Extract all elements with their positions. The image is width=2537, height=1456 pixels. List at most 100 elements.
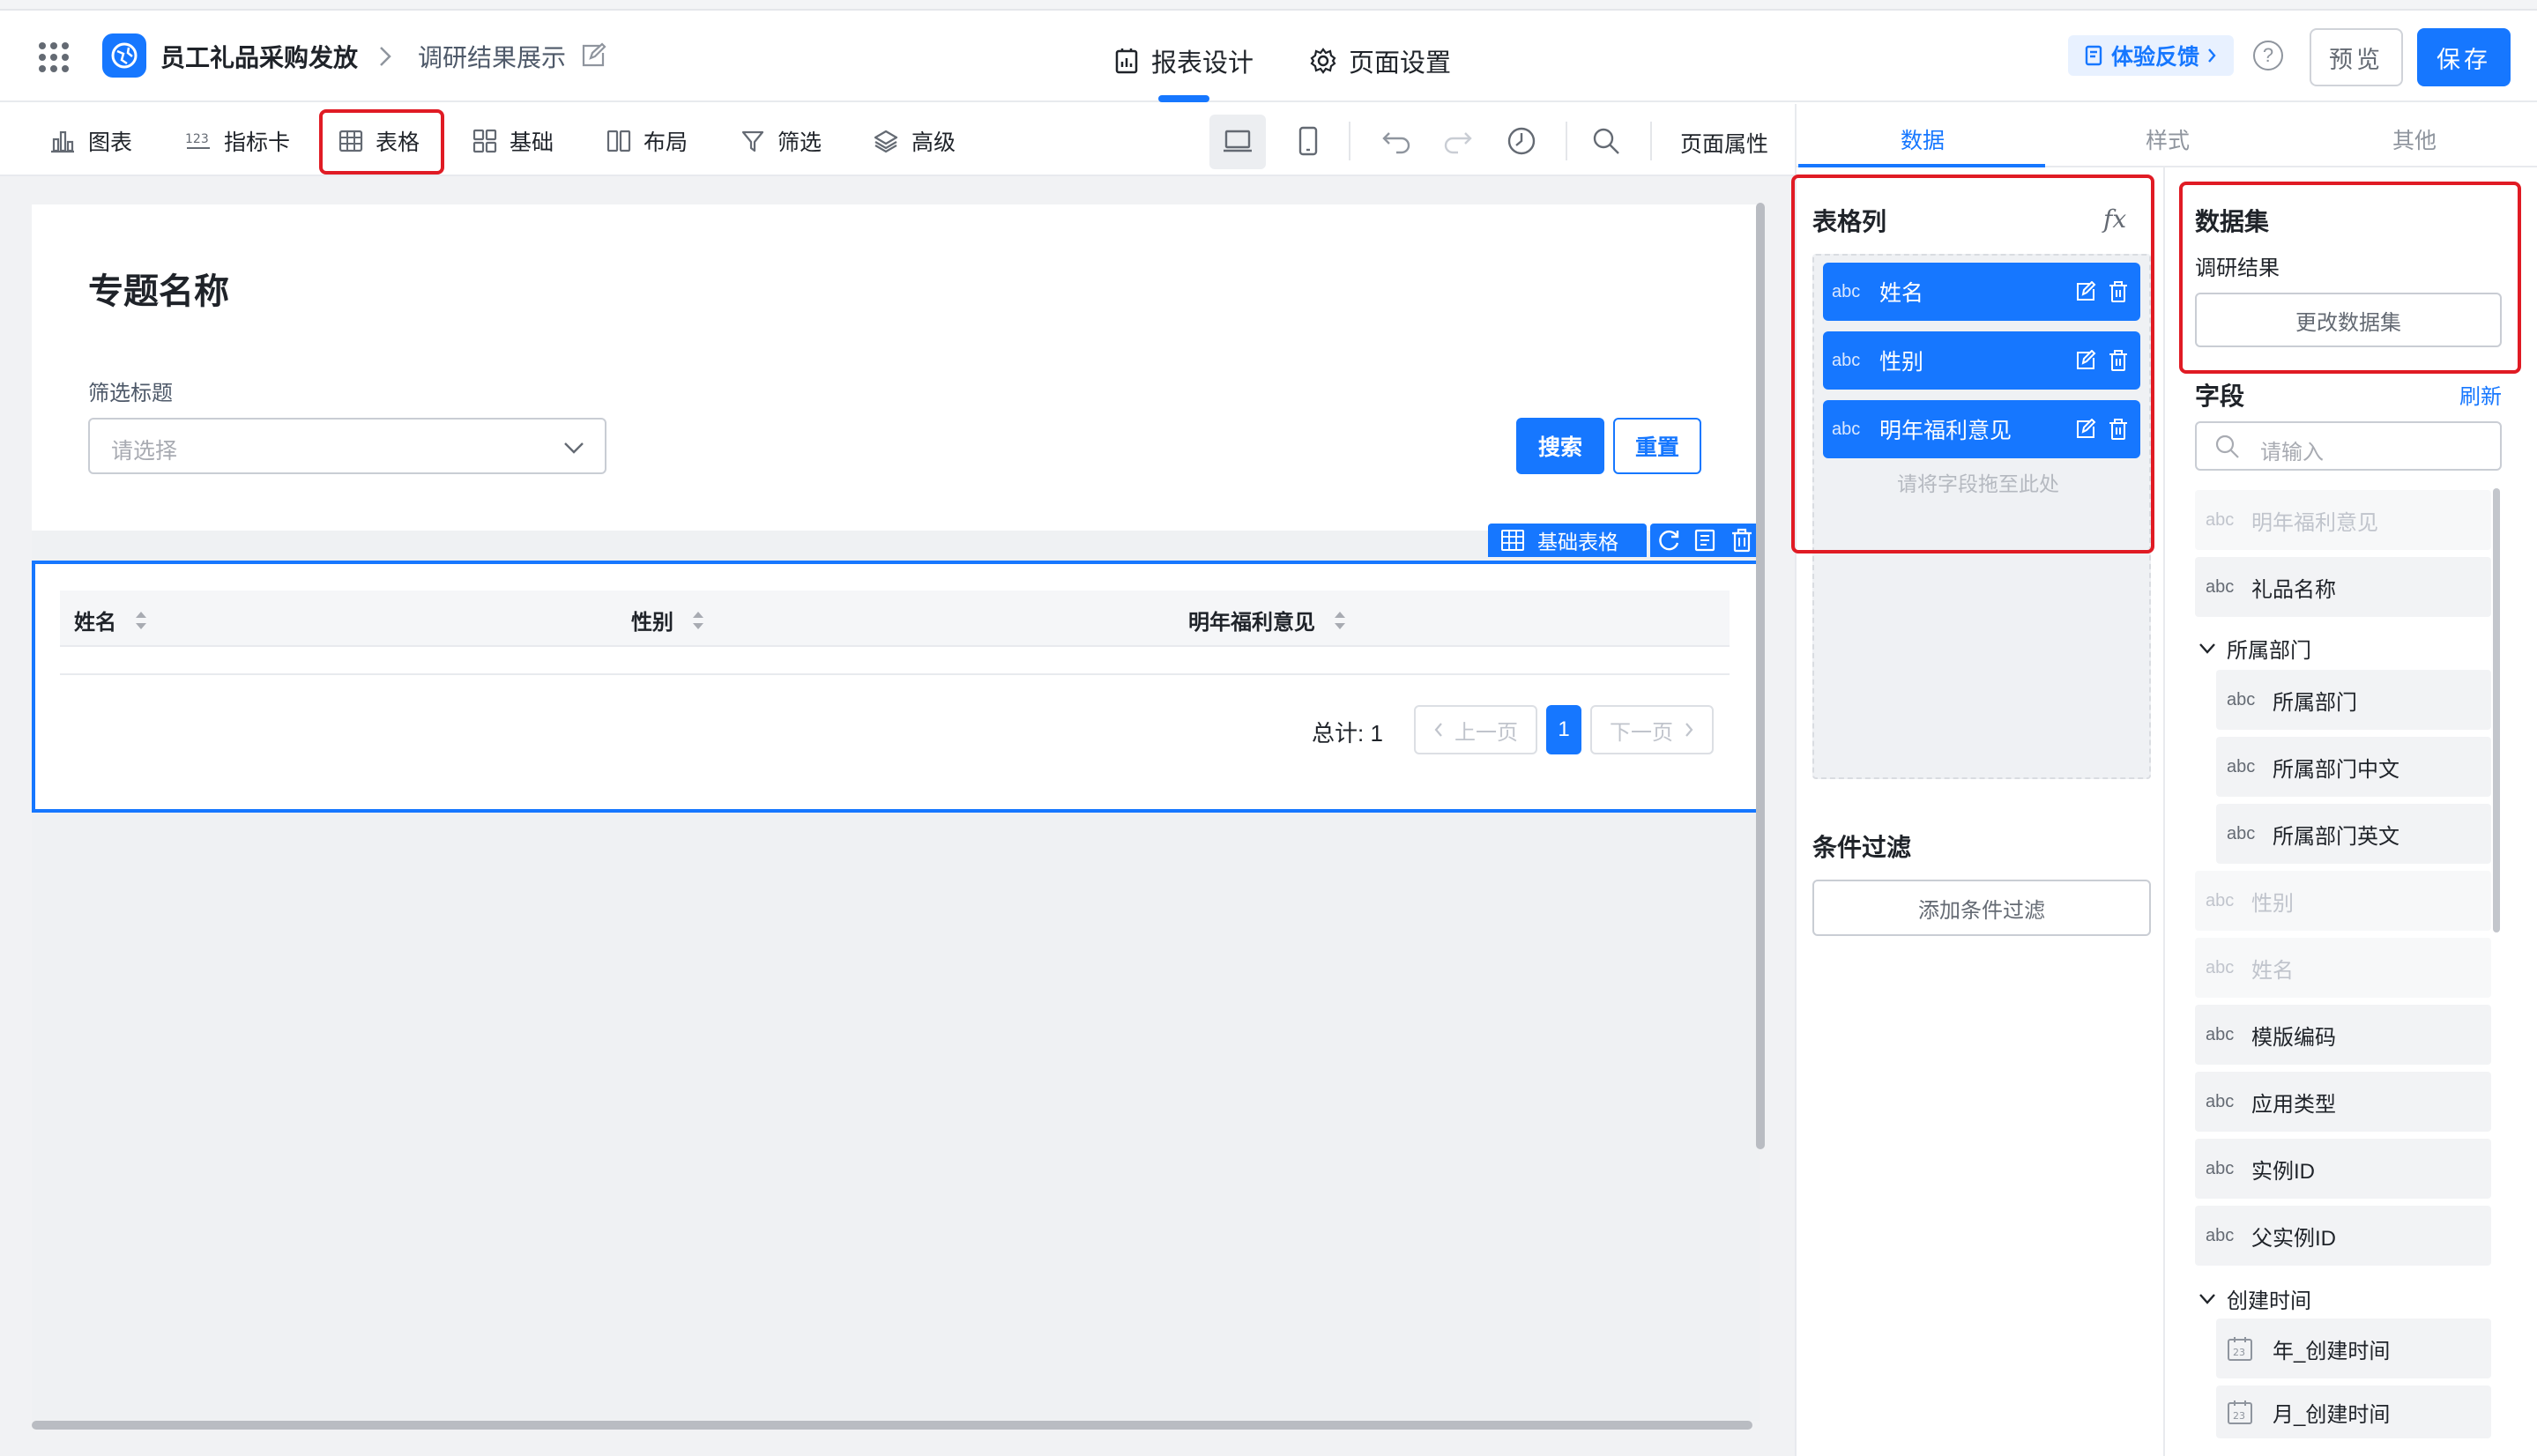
field-group-name: 所属部门 [2227, 639, 2311, 663]
delete-icon[interactable] [1730, 528, 1753, 553]
field-group-department[interactable]: 所属部门 [2198, 633, 2311, 664]
table-icon [1500, 529, 1525, 552]
fields-scrollbar[interactable] [2493, 488, 2500, 932]
app-launcher-icon[interactable] [39, 42, 69, 72]
field-item[interactable]: abc 父实例ID [2195, 1206, 2491, 1266]
feedback-button[interactable]: 体验反馈 [2068, 35, 2234, 76]
field-item-name: 明年福利意见 [2251, 510, 2378, 535]
window-top-strip [0, 0, 2537, 11]
tab-page-settings-label: 页面设置 [1349, 49, 1452, 78]
panel-column-divider [2163, 167, 2165, 1456]
search-button[interactable]: 搜索 [1516, 418, 1604, 474]
field-item[interactable]: abc 姓名 [2195, 938, 2491, 998]
toolbar-metric-card[interactable]: 123 指标卡 [185, 125, 290, 157]
toolbar-basic[interactable]: 基础 [472, 125, 554, 157]
page-title[interactable]: 专题名称 [88, 263, 229, 314]
bar-chart-icon [49, 129, 76, 153]
app-logo-icon [102, 33, 146, 78]
field-item[interactable]: abc 模版编码 [2195, 1005, 2491, 1065]
table-header-cell[interactable]: 姓名 [74, 605, 148, 635]
toolbar-divider [1650, 122, 1652, 160]
field-item[interactable]: 23 年_创建时间 [2216, 1319, 2491, 1378]
chevron-down-icon [562, 437, 585, 458]
reset-button[interactable]: 重置 [1613, 418, 1701, 474]
save-button[interactable]: 保存 [2417, 28, 2511, 86]
tab-data[interactable]: 数据 [1901, 123, 1945, 155]
next-page-button[interactable]: 下一页 [1590, 705, 1714, 754]
field-item-name: 年_创建时间 [2273, 1339, 2391, 1363]
redo-icon[interactable] [1440, 123, 1476, 159]
tab-style[interactable]: 样式 [2146, 123, 2190, 155]
calendar-icon: 23 [2227, 1335, 2273, 1362]
tab-other[interactable]: 其他 [2392, 123, 2437, 155]
table-header [60, 591, 1730, 647]
copy-icon[interactable] [1693, 528, 1718, 553]
field-item[interactable]: abc 所属部门 [2216, 670, 2491, 730]
component-actions [1650, 524, 1760, 557]
mobile-view-icon[interactable] [1291, 123, 1326, 159]
filter-select[interactable]: 请选择 [88, 418, 606, 474]
field-item[interactable]: abc 应用类型 [2195, 1072, 2491, 1132]
sort-icon[interactable] [691, 609, 705, 632]
toolbar-basic-label: 基础 [510, 130, 554, 155]
field-item[interactable]: abc 所属部门中文 [2216, 737, 2491, 797]
chevron-right-icon [1684, 721, 1694, 739]
undo-icon[interactable] [1379, 123, 1414, 159]
canvas-horizontal-scrollbar[interactable] [32, 1421, 1752, 1430]
chevron-down-icon [2198, 1293, 2216, 1305]
toolbar-chart[interactable]: 图表 [49, 125, 132, 157]
filter-select-placeholder: 请选择 [111, 439, 178, 464]
desktop-view-icon[interactable] [1220, 123, 1255, 159]
field-item[interactable]: abc 礼品名称 [2195, 557, 2491, 617]
field-item-name: 实例ID [2251, 1159, 2315, 1184]
field-item[interactable]: abc 明年福利意见 [2195, 490, 2491, 550]
field-item[interactable]: abc 性别 [2195, 871, 2491, 931]
toolbar-layout[interactable]: 布局 [606, 125, 688, 157]
field-item-name: 礼品名称 [2251, 577, 2336, 602]
toolbar-divider [1349, 122, 1350, 160]
sort-icon[interactable] [134, 609, 148, 632]
canvas-vertical-scrollbar[interactable] [1756, 203, 1765, 1149]
app-title[interactable]: 员工礼品采购发放 [160, 39, 358, 74]
toolbar-advanced[interactable]: 高级 [873, 125, 956, 157]
field-search-input[interactable]: 请输入 [2195, 421, 2502, 471]
feedback-label: 体验反馈 [2110, 45, 2199, 70]
tab-page-settings[interactable]: 页面设置 [1310, 42, 1451, 79]
active-tab-indicator [1798, 164, 2045, 167]
calendar-icon: 23 [2227, 1399, 2273, 1425]
dataset-highlight [2179, 182, 2521, 374]
search-icon[interactable] [1588, 123, 1624, 159]
sort-icon[interactable] [1333, 609, 1347, 632]
page-properties-button[interactable]: 页面属性 [1680, 127, 1768, 159]
field-item[interactable]: 23 月_创建时间 [2216, 1385, 2491, 1438]
prev-page-button[interactable]: 上一页 [1414, 705, 1537, 754]
page-number-current[interactable]: 1 [1546, 705, 1581, 754]
filter-section[interactable] [32, 204, 1760, 531]
toolbar-table[interactable]: 表格 [339, 125, 420, 157]
history-icon[interactable] [1504, 123, 1539, 159]
text-type-icon: abc [2227, 756, 2256, 776]
field-item[interactable]: abc 实例ID [2195, 1139, 2491, 1199]
field-group-name: 创建时间 [2227, 1289, 2311, 1313]
fields-title: 字段 [2195, 383, 2245, 410]
help-icon[interactable]: ? [2253, 41, 2283, 71]
breadcrumb-page[interactable]: 调研结果展示 [418, 39, 566, 74]
toolbar-filter[interactable]: 筛选 [740, 125, 822, 157]
refresh-fields-link[interactable]: 刷新 [2459, 379, 2502, 410]
field-group-created-time[interactable]: 创建时间 [2198, 1283, 2311, 1314]
tab-report-design[interactable]: 报表设计 [1114, 42, 1254, 79]
field-item-name: 所属部门 [2273, 690, 2357, 715]
field-item[interactable]: abc 所属部门英文 [2216, 804, 2491, 864]
preview-button[interactable]: 预览 [2310, 28, 2403, 86]
refresh-icon[interactable] [1656, 528, 1681, 553]
field-item-name: 所属部门英文 [2273, 824, 2399, 849]
field-item-name: 父实例ID [2251, 1226, 2336, 1251]
edit-page-name-icon[interactable] [580, 42, 606, 69]
text-type-icon: abc [2227, 823, 2256, 843]
table-row [60, 673, 1730, 675]
table-header-cell[interactable]: 性别 [631, 605, 705, 635]
toolbar-metric-card-label: 指标卡 [224, 130, 291, 155]
add-condition-filter-button[interactable]: 添加条件过滤 [1812, 880, 2151, 936]
table-header-cell[interactable]: 明年福利意见 [1188, 605, 1347, 635]
filter-title-label: 筛选标题 [88, 382, 173, 405]
